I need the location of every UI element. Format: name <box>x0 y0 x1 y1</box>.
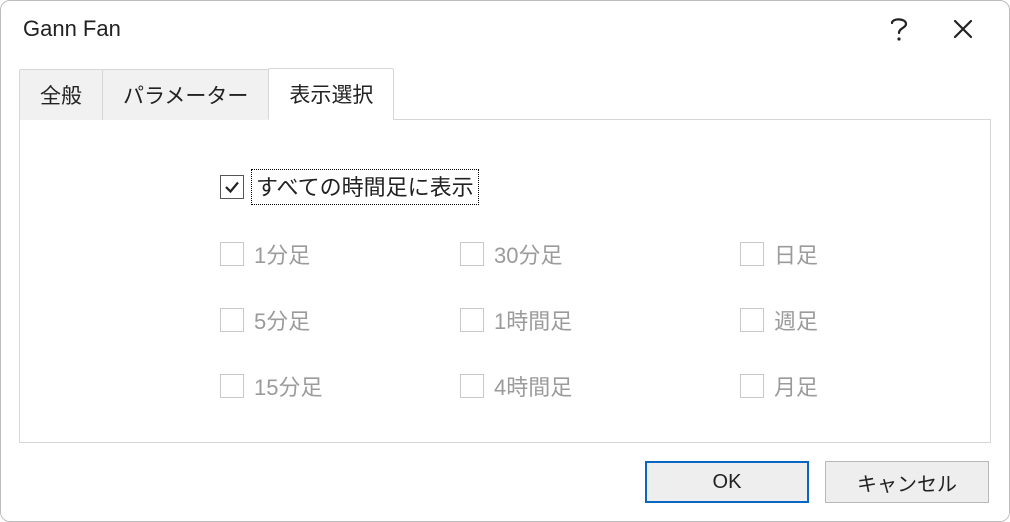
row-h4: 4時間足 <box>460 370 740 402</box>
checkmark-icon <box>223 178 241 196</box>
row-all-timeframes: すべての時間足に表示 <box>220 170 950 204</box>
row-m1: 1分足 <box>220 238 460 270</box>
tab-display[interactable]: 表示選択 <box>268 68 394 120</box>
label-mn[interactable]: 月足 <box>774 370 818 402</box>
row-mn: 月足 <box>740 370 940 402</box>
button-row: OK キャンセル <box>1 443 1009 521</box>
checkbox-w1[interactable] <box>740 308 764 332</box>
label-h4[interactable]: 4時間足 <box>494 370 572 402</box>
checkbox-mn[interactable] <box>740 374 764 398</box>
row-d1: 日足 <box>740 238 940 270</box>
label-h1[interactable]: 1時間足 <box>494 304 572 336</box>
tabs-wrap: 全般 パラメーター 表示選択 <box>1 56 1009 120</box>
window-title: Gann Fan <box>23 16 867 42</box>
checkbox-m1[interactable] <box>220 242 244 266</box>
tab-general[interactable]: 全般 <box>19 69 103 120</box>
dialog-gann-fan: Gann Fan 全般 パラメーター 表示選択 <box>0 0 1010 522</box>
client-area: 全般 パラメーター 表示選択 すべての時間足に表示 1分足 <box>1 56 1009 521</box>
label-m15[interactable]: 15分足 <box>254 370 322 402</box>
label-m30[interactable]: 30分足 <box>494 238 562 270</box>
row-m15: 15分足 <box>220 370 460 402</box>
label-m1[interactable]: 1分足 <box>254 238 310 270</box>
checkbox-all-timeframes[interactable] <box>220 175 244 199</box>
label-all-timeframes[interactable]: すべての時間足に表示 <box>252 170 478 204</box>
checkbox-m15[interactable] <box>220 374 244 398</box>
row-h1: 1時間足 <box>460 304 740 336</box>
checkbox-d1[interactable] <box>740 242 764 266</box>
tabs: 全般 パラメーター 表示選択 <box>19 72 991 120</box>
ok-button[interactable]: OK <box>645 461 809 503</box>
timeframe-grid: 1分足 30分足 日足 5分足 1時間足 <box>220 238 950 402</box>
row-m30: 30分足 <box>460 238 740 270</box>
label-d1[interactable]: 日足 <box>774 238 818 270</box>
tab-parameters[interactable]: パラメーター <box>102 69 269 120</box>
close-icon <box>952 18 974 40</box>
help-button[interactable] <box>867 7 931 51</box>
close-button[interactable] <box>931 7 995 51</box>
cancel-button[interactable]: キャンセル <box>825 461 989 503</box>
checkbox-m30[interactable] <box>460 242 484 266</box>
checkbox-h1[interactable] <box>460 308 484 332</box>
tabpanel-display: すべての時間足に表示 1分足 30分足 日足 5分足 <box>19 120 991 443</box>
titlebar: Gann Fan <box>1 1 1009 56</box>
label-w1[interactable]: 週足 <box>774 304 818 336</box>
checkbox-m5[interactable] <box>220 308 244 332</box>
row-m5: 5分足 <box>220 304 460 336</box>
help-icon <box>890 15 908 43</box>
label-m5[interactable]: 5分足 <box>254 304 310 336</box>
row-w1: 週足 <box>740 304 940 336</box>
checkbox-h4[interactable] <box>460 374 484 398</box>
